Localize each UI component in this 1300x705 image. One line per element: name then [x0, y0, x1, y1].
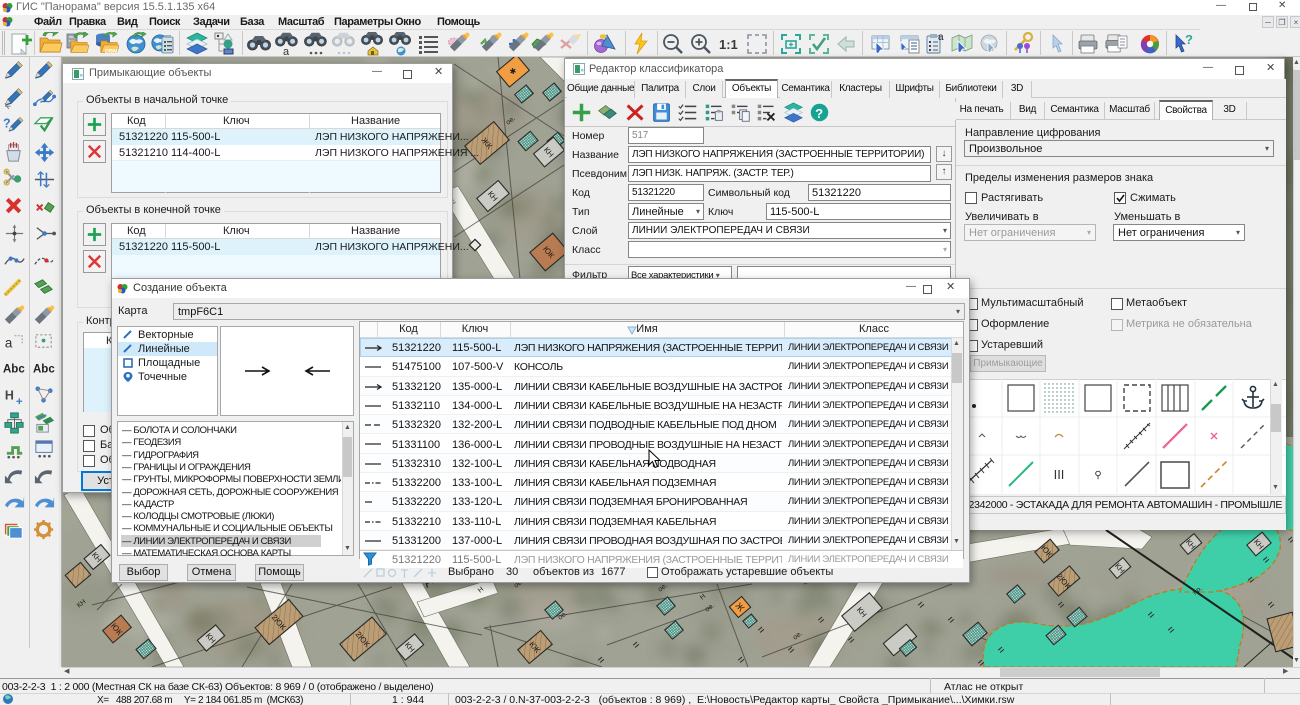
svg-text:a: a	[5, 335, 13, 350]
svg-text:Abc: Abc	[33, 363, 55, 375]
svg-text:?: ?	[3, 116, 11, 130]
svg-text:DBM: DBM	[105, 49, 118, 55]
svg-text:1:1: 1:1	[719, 37, 738, 52]
svg-text:a: a	[938, 32, 944, 43]
svg-text:Abc: Abc	[3, 363, 25, 375]
svg-text:?: ?	[1185, 32, 1193, 47]
svg-text:?: ?	[815, 106, 823, 121]
svg-text:a: a	[283, 46, 290, 56]
svg-text:III: III	[1054, 467, 1065, 482]
svg-text:H: H	[5, 388, 14, 402]
svg-text:⚲: ⚲	[1094, 470, 1101, 481]
